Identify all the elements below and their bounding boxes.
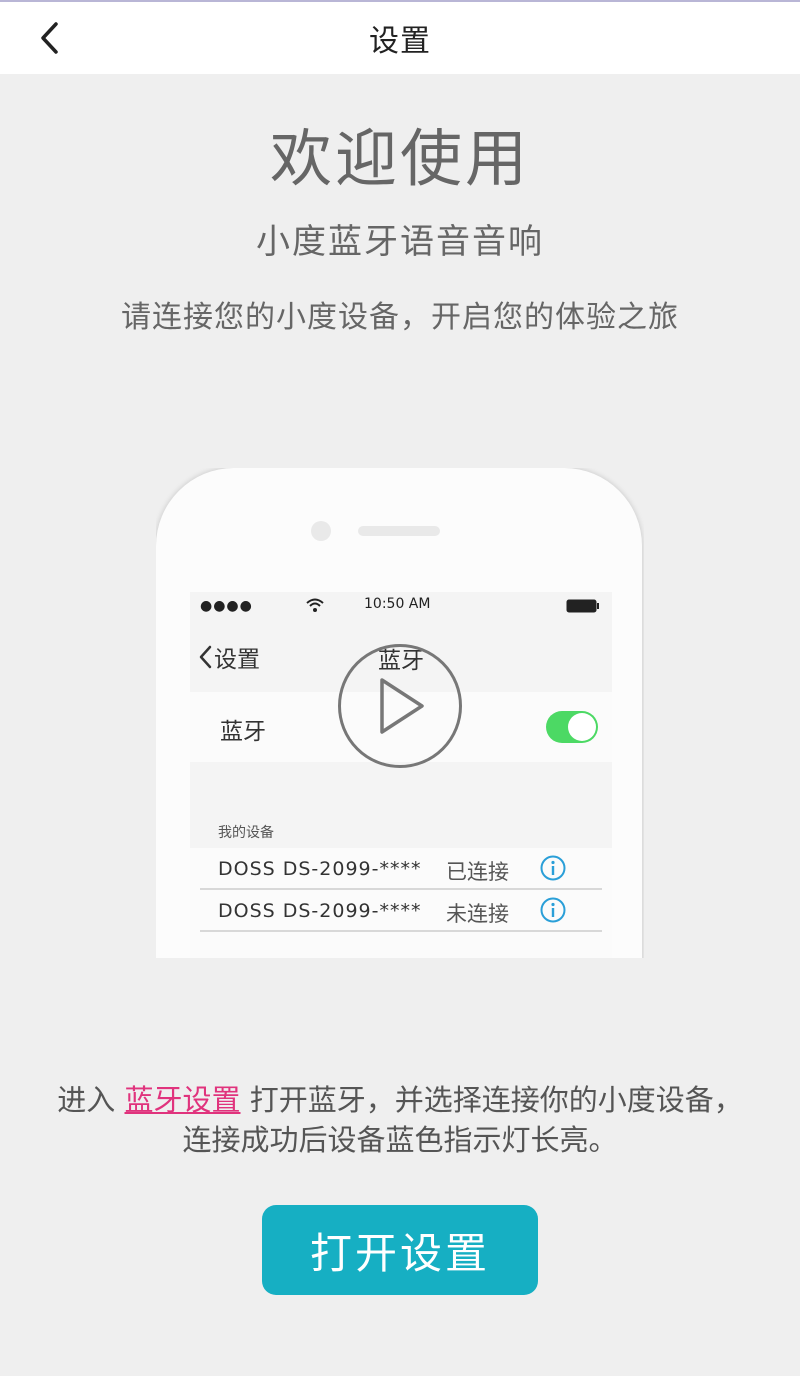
instruction-text: 进入 蓝牙设置 打开蓝牙，并选择连接你的小度设备， 连接成功后设备蓝色指示灯长亮… (20, 1080, 780, 1160)
instruction-line1-rest: 打开蓝牙，并选择连接你的小度设备， (249, 1083, 743, 1117)
open-settings-button[interactable]: 打开设置 (262, 1205, 538, 1295)
device-row: DOSS DS-2099-**** 已连接 (200, 848, 602, 890)
device-status: 已连接 (446, 860, 509, 884)
page-title: 设置 (369, 24, 431, 59)
device-list: DOSS DS-2099-**** 已连接 DOSS DS-2099-**** … (190, 848, 612, 958)
screen-back-link: 设置 (198, 640, 260, 674)
device-name: DOSS DS-2099-**** (218, 900, 422, 922)
device-row: DOSS DS-2099-**** 未连接 (200, 890, 602, 932)
toggle-knob (568, 713, 596, 741)
screen-back-label: 设置 (214, 647, 260, 673)
info-icon (540, 897, 566, 923)
instruction-line-1: 进入 蓝牙设置 打开蓝牙，并选择连接你的小度设备， (20, 1080, 780, 1120)
phone-camera (311, 521, 331, 541)
bluetooth-toggle (546, 711, 598, 743)
instruction-line-2: 连接成功后设备蓝色指示灯长亮。 (182, 1123, 618, 1157)
wifi-icon (306, 598, 324, 612)
instruction-prefix: 进入 (57, 1083, 116, 1117)
play-icon (380, 678, 424, 734)
battery-icon (566, 599, 599, 613)
chevron-left-icon (199, 645, 212, 669)
info-icon (540, 855, 566, 881)
my-devices-label: 我的设备 (218, 825, 274, 841)
nav-bar: 设置 (0, 2, 800, 74)
chevron-left-icon (41, 22, 58, 54)
device-status: 未连接 (446, 902, 509, 926)
phone-speaker (358, 526, 440, 536)
device-name: DOSS DS-2099-**** (218, 858, 422, 880)
bluetooth-settings-link[interactable]: 蓝牙设置 (124, 1083, 240, 1117)
play-video-button[interactable] (338, 644, 462, 768)
phone-status-bar: ●●●● 10:50 AM (190, 592, 612, 622)
bluetooth-label: 蓝牙 (220, 719, 266, 745)
welcome-subtitle: 请连接您的小度设备，开启您的体验之旅 (121, 300, 679, 335)
product-name: 小度蓝牙语音音响 (256, 222, 544, 262)
back-button[interactable] (28, 16, 72, 60)
welcome-heading: 欢迎使用 (269, 122, 530, 195)
status-time: 10:50 AM (364, 596, 431, 612)
signal-indicator: ●●●● (200, 598, 253, 614)
